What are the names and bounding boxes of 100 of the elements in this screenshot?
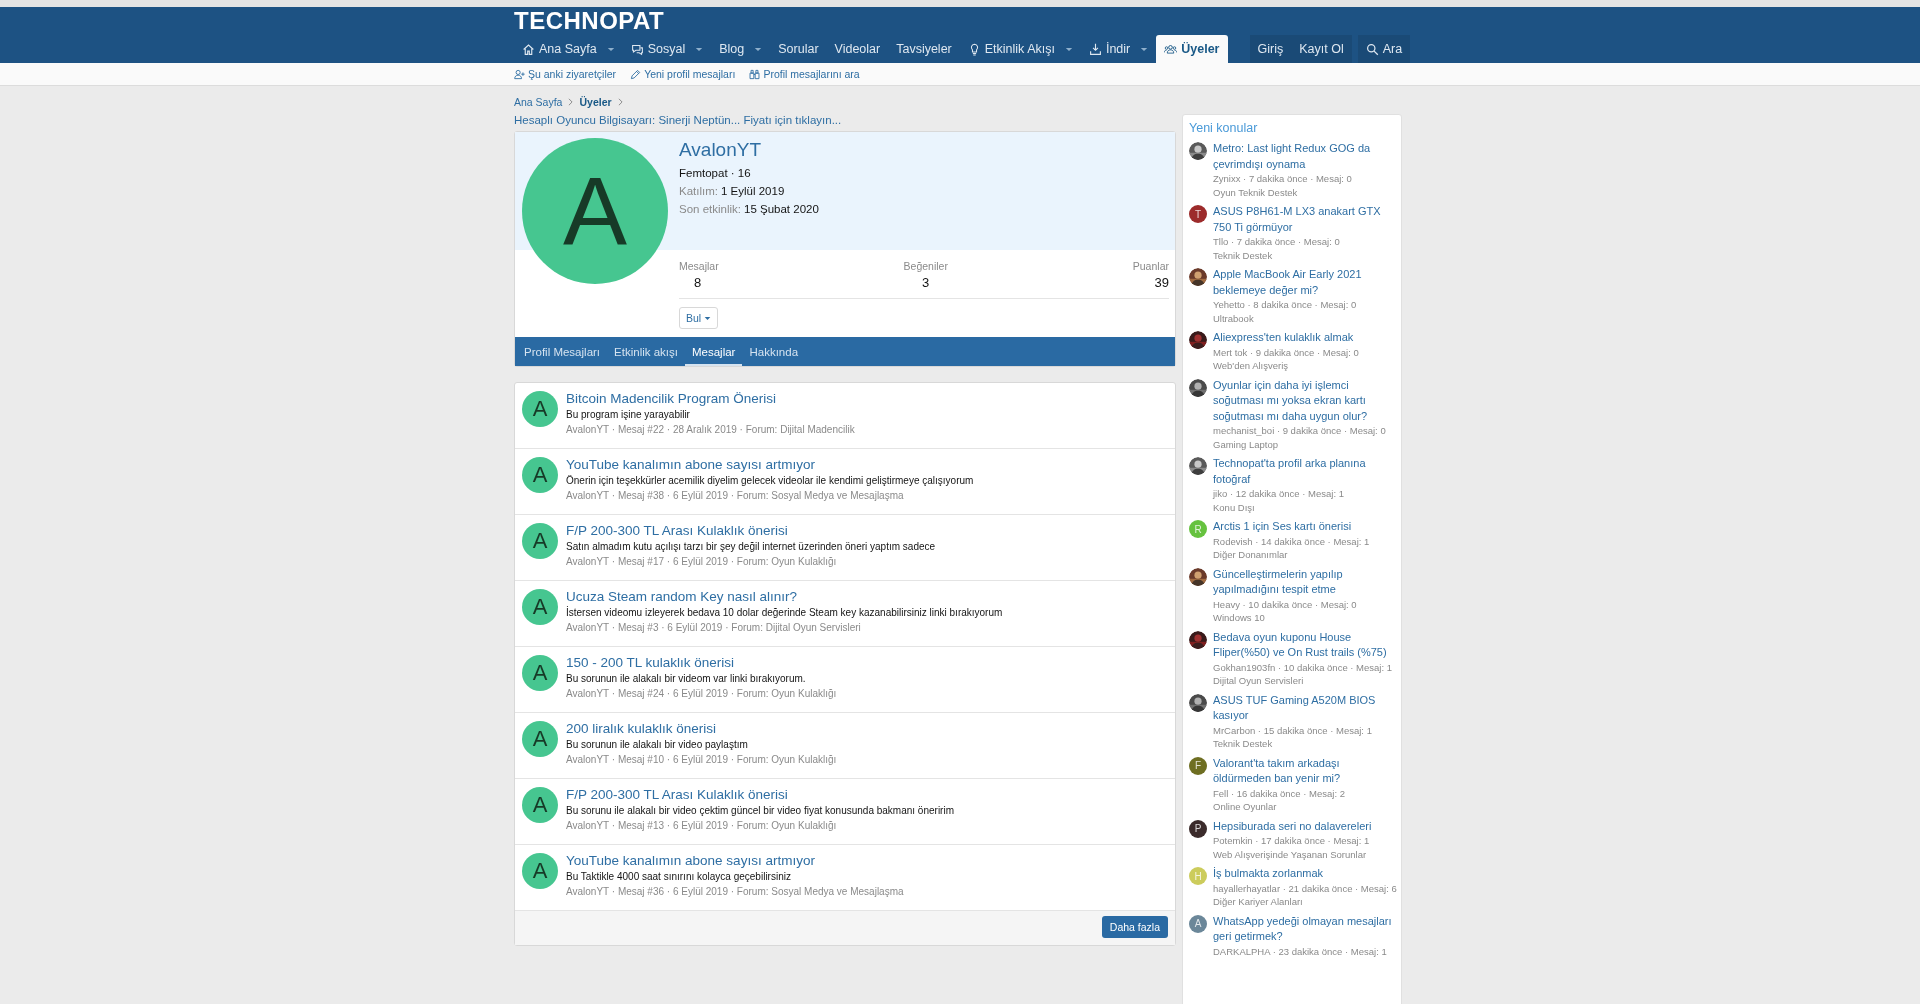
forum-link[interactable]: Diğer Donanımlar xyxy=(1213,548,1370,562)
message-title-link[interactable]: 150 - 200 TL kulaklık önerisi xyxy=(566,654,837,671)
profile-tab[interactable]: Profil Mesajları xyxy=(517,337,608,366)
message-title-link[interactable]: 200 liralık kulaklık önerisi xyxy=(566,720,837,737)
avatar: A xyxy=(522,853,558,889)
nav-tab[interactable]: Sosyal xyxy=(622,35,712,63)
message-snippet: Bu program işine yarayabilir xyxy=(566,408,691,422)
thread-meta: Rodevish · 14 dakika önce · Mesaj: 1 xyxy=(1213,534,1370,548)
thread-meta: hayallerhayatlar · 21 dakika önce · Mesaj: 6 xyxy=(1213,881,1395,895)
thread-title-link[interactable]: Metro: Last light Redux GOG da çevrimdışı oynama xyxy=(1213,141,1395,172)
thread-title-link[interactable]: İş bulmakta zorlanmak xyxy=(1213,866,1395,882)
forum-link[interactable]: Ultrabook xyxy=(1213,311,1395,325)
message-title-link[interactable]: Ucuza Steam random Key nasıl alınır? xyxy=(566,588,1003,605)
avatar: A xyxy=(522,589,558,625)
thread-meta: Potemkin · 17 dakika önce · Mesaj: 1 xyxy=(1213,834,1371,848)
username[interactable]: AvalonYT xyxy=(679,138,819,162)
thread-title-link[interactable]: ASUS TUF Gaming A520M BIOS kasıyor xyxy=(1213,692,1395,724)
profile-tab[interactable]: Hakkında xyxy=(742,337,806,366)
thread-title-link[interactable]: Bedava oyun kuponu House Fliper(%50) ve On Rust trails (%75) xyxy=(1213,629,1395,661)
forum-link[interactable]: Oyun Teknik Destek xyxy=(1213,185,1395,199)
notice-link[interactable]: Hesaplı Oyuncu Bilgisayarı: Sinerji Neptün... Fiyatı için tıklayın... xyxy=(514,114,842,126)
forum-link[interactable]: Dijital Oyun Servisleri xyxy=(1213,674,1395,688)
thread-title-link[interactable]: Oyunlar için daha iyi işlemci soğutması mı yoksa ekran kartı soğutması mı daha uygun olur? xyxy=(1213,377,1395,424)
nav-tab[interactable]: Üyeler xyxy=(1156,35,1228,63)
message-title-link[interactable]: F/P 200-300 TL Arası Kulaklık önerisi xyxy=(566,786,954,803)
account-link[interactable]: Kayıt Ol xyxy=(1291,35,1352,63)
message-meta: AvalonYT · Mesaj #38 · 6 Eylül 2019 · Forum: Sosyal Medya ve Mesajlaşma xyxy=(566,489,905,503)
caret-icon[interactable] xyxy=(1140,46,1149,52)
thread-title-link[interactable]: WhatsApp yedeği olmayan mesajları geri getirmek? xyxy=(1213,913,1395,945)
caret-icon[interactable] xyxy=(1064,46,1073,52)
nav-tab[interactable]: Etkinlik Akışı xyxy=(959,35,1081,63)
thread-title-link[interactable]: Hepsiburada seri no dalavereleri xyxy=(1213,818,1372,834)
nav-tab[interactable]: Sorular xyxy=(770,35,827,63)
avatar: A xyxy=(522,721,558,757)
thread-title-link[interactable]: Technopat'ta profil arka planına fotoğraf xyxy=(1213,456,1395,487)
nav-tab[interactable]: İndir xyxy=(1080,35,1157,63)
find-button[interactable]: Bul xyxy=(679,307,719,329)
message-snippet: Bu sorunun ile alakalı bir videom var linki bırakıyorum. xyxy=(566,672,807,686)
thread-title-link[interactable]: Güncelleştirmelerin yapılıp yapılmadığını tespit etme xyxy=(1213,566,1395,598)
thread-title-link[interactable]: Valorant'ta takım arkadaşı öldürmeden ban yenir mi? xyxy=(1213,755,1395,787)
forum-link[interactable]: Teknik Destek xyxy=(1213,248,1395,262)
detail-label: Katılım: xyxy=(679,185,718,197)
subnav-link[interactable]: Şu anki ziyaretçiler xyxy=(514,68,617,80)
message-meta: AvalonYT · Mesaj #24 · 6 Eylül 2019 · Forum: Oyun Kulaklığı xyxy=(566,687,837,701)
account-link[interactable]: Giriş xyxy=(1249,35,1292,63)
detail-label: Son etkinlik: xyxy=(679,203,741,215)
forum-link[interactable]: Teknik Destek xyxy=(1213,737,1395,751)
subnav-link[interactable]: Yeni profil mesajları xyxy=(630,68,736,80)
profile-tab[interactable]: Etkinlik akışı xyxy=(607,337,685,366)
forum-link[interactable]: Windows 10 xyxy=(1213,611,1395,625)
thread-meta: mechanist_boi · 9 dakika önce · Mesaj: 0 xyxy=(1213,424,1387,438)
breadcrumb-link[interactable]: Ana Sayfa xyxy=(514,96,563,108)
message-title-link[interactable]: YouTube kanalımın abone sayısı artmıyor xyxy=(566,852,904,869)
forum-link[interactable]: Online Oyunlar xyxy=(1213,800,1395,814)
nav-tab[interactable]: Videolar xyxy=(826,35,889,63)
stat-value: 39 xyxy=(1154,275,1169,290)
caret-icon[interactable] xyxy=(606,46,615,52)
breadcrumb-link[interactable]: Üyeler xyxy=(579,96,612,108)
thread-meta: Gokhan1903fn · 10 dakika önce · Mesaj: 1 xyxy=(1213,660,1394,674)
subnav-link[interactable]: Profil mesajlarını ara xyxy=(749,68,860,80)
thread-meta: jiko · 12 dakika önce · Mesaj: 1 xyxy=(1213,487,1345,501)
forum-link[interactable]: Web Alışverişinde Yaşanan Sorunlar xyxy=(1213,847,1372,861)
message-meta: AvalonYT · Mesaj #10 · 6 Eylül 2019 · Forum: Oyun Kulaklığı xyxy=(566,753,837,767)
site-logo[interactable]: TECHNOPAT xyxy=(514,7,665,35)
profile-tab[interactable]: Mesajlar xyxy=(685,337,743,366)
thread-title-link[interactable]: Arctis 1 için Ses kartı önerisi xyxy=(1213,519,1370,535)
thread-title-link[interactable]: ASUS P8H61-M LX3 anakart GTX 750 Ti görmüyor xyxy=(1213,204,1395,235)
caret-icon[interactable] xyxy=(695,46,704,52)
chat-icon xyxy=(630,42,644,56)
avatar: A xyxy=(522,523,558,559)
message-snippet: Bu sorunu ile alakalı bir video çektim güncel bir video fiyat konusunda bakmanı öneririm xyxy=(566,804,954,818)
forum-link[interactable]: Konu Dışı xyxy=(1213,500,1395,514)
message-title-link[interactable]: Bitcoin Madencilik Program Önerisi xyxy=(566,390,855,407)
message-title-link[interactable]: F/P 200-300 TL Arası Kulaklık önerisi xyxy=(566,522,936,539)
message-title-link[interactable]: YouTube kanalımın abone sayısı artmıyor xyxy=(566,456,974,473)
avatar: H xyxy=(1189,867,1207,885)
stat-label: Mesajlar xyxy=(679,260,719,272)
thread-meta: Heavy · 10 dakika önce · Mesaj: 0 xyxy=(1213,597,1358,611)
stat-label: Beğeniler xyxy=(903,260,948,272)
message-snippet: Önerin için teşekkürler acemilik diyelim gelecek videolar ile kendimi geliştirmeye çalışıyorum xyxy=(566,474,974,488)
avatar: A xyxy=(522,655,558,691)
nav-tab[interactable]: Tavsiyeler xyxy=(888,35,960,63)
download-icon xyxy=(1088,42,1102,56)
more-button[interactable]: Daha fazla xyxy=(1101,916,1168,938)
thread-title-link[interactable]: Aliexpress'ten kulaklık almak xyxy=(1213,330,1359,346)
thread-meta: Yehetto · 8 dakika önce · Mesaj: 0 xyxy=(1213,298,1358,312)
forum-link[interactable]: Web'den Alışveriş xyxy=(1213,359,1359,373)
message-meta: AvalonYT · Mesaj #3 · 6 Eylül 2019 · Forum: Dijital Oyun Servisleri xyxy=(566,621,862,635)
nav-tab[interactable]: Blog xyxy=(711,35,771,63)
forum-link[interactable]: Gaming Laptop xyxy=(1213,437,1395,451)
users-icon xyxy=(1164,42,1178,56)
thread-title-link[interactable]: Apple MacBook Air Early 2021 beklemeye değer mi? xyxy=(1213,267,1395,298)
search-button[interactable]: Ara xyxy=(1357,35,1411,63)
caret-icon[interactable] xyxy=(754,46,763,52)
avatar: T xyxy=(1189,205,1207,223)
nav-tab[interactable]: Ana Sayfa xyxy=(514,35,623,63)
forum-link[interactable]: Diğer Kariyer Alanları xyxy=(1213,895,1395,909)
detail-value: 1 Eylül 2019 xyxy=(721,185,785,197)
thread-meta: Fell · 16 dakika önce · Mesaj: 2 xyxy=(1213,786,1346,800)
avatar: A xyxy=(522,457,558,493)
